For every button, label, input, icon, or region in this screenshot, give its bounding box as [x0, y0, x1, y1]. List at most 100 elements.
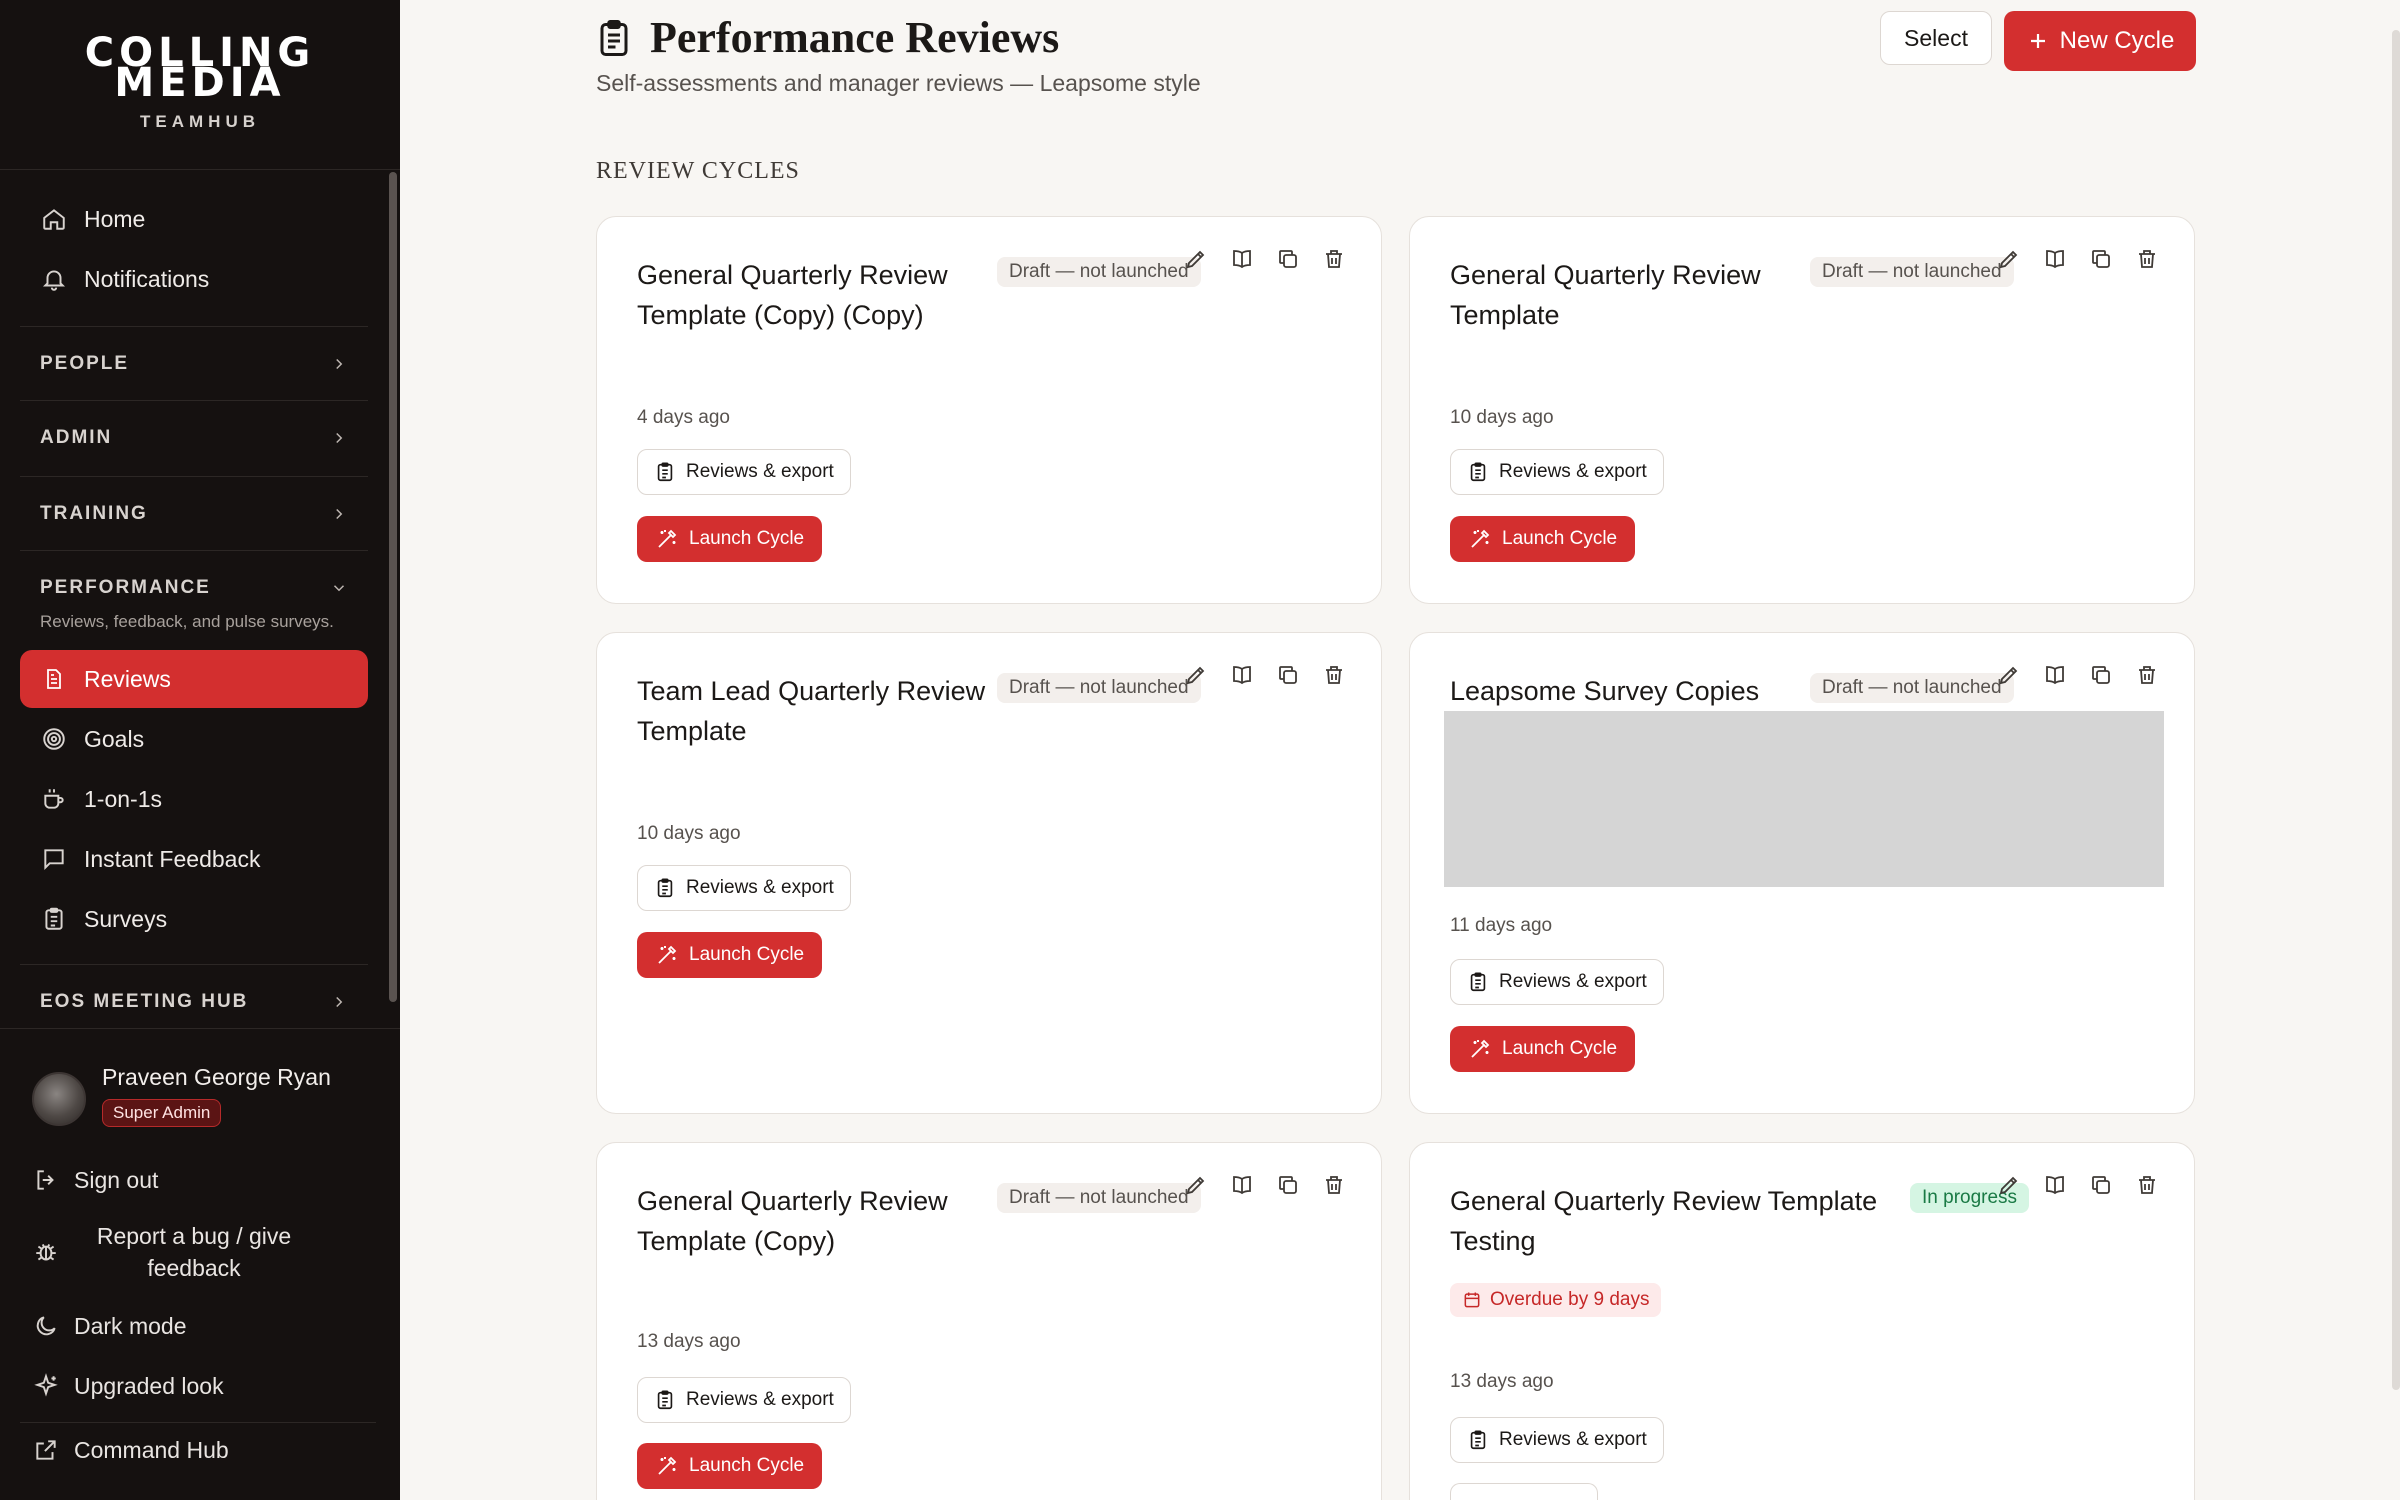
- launch-cycle-button[interactable]: Launch Cycle: [1450, 516, 1636, 562]
- reviews-export-button[interactable]: Reviews & export: [1450, 449, 1664, 495]
- sidebar-item-label: Home: [84, 205, 146, 232]
- trash-icon[interactable]: [1311, 1165, 1357, 1205]
- sidebar-section-admin[interactable]: ADMIN: [20, 400, 368, 474]
- status-badge: Draft — not launched: [1810, 257, 2014, 287]
- book-icon[interactable]: [2032, 655, 2078, 695]
- plus-icon: [2026, 29, 2050, 53]
- copy-icon[interactable]: [2078, 239, 2124, 279]
- book-icon[interactable]: [1219, 655, 1265, 695]
- sidebar-item-1-on-1s[interactable]: 1-on-1s: [20, 770, 368, 828]
- edit-icon[interactable]: [1173, 1165, 1219, 1205]
- sidebar-item-home[interactable]: Home: [20, 190, 368, 248]
- review-cycle-card[interactable]: General Quarterly Review Template Testin…: [1409, 1142, 2195, 1500]
- sidebar-item-notifications[interactable]: Notifications: [20, 250, 368, 308]
- card-actions: [1173, 655, 1357, 695]
- document-icon: [40, 665, 68, 693]
- section-label-review-cycles: REVIEW CYCLES: [596, 158, 800, 184]
- main-scrollbar[interactable]: [2392, 30, 2400, 1390]
- review-cycle-card[interactable]: General Quarterly Review Template (Copy)…: [596, 1142, 1382, 1500]
- report-bug-line2: feedback: [147, 1255, 241, 1281]
- launch-cycle-button[interactable]: Launch Cycle: [637, 932, 823, 978]
- new-cycle-button[interactable]: New Cycle: [2004, 11, 2196, 71]
- status-badge: Draft — not launched: [997, 1183, 1201, 1213]
- upgraded-look-toggle[interactable]: Upgraded look: [32, 1372, 224, 1400]
- card-title: General Quarterly Review Template Testin…: [1450, 1186, 1878, 1256]
- reviews-export-button[interactable]: Reviews & export: [637, 1377, 851, 1423]
- review-cycle-card[interactable]: General Quarterly Review Template Draft …: [1409, 216, 2195, 604]
- card-timestamp: 13 days ago: [1450, 1371, 1554, 1392]
- book-icon[interactable]: [2032, 239, 2078, 279]
- copy-icon[interactable]: [2078, 1165, 2124, 1205]
- external-link-icon: [32, 1436, 60, 1464]
- trash-icon[interactable]: [1311, 655, 1357, 695]
- sidebar-item-surveys[interactable]: Surveys: [20, 890, 368, 948]
- reviews-export-button[interactable]: Reviews & export: [637, 865, 851, 911]
- reviews-export-label: Reviews & export: [686, 1389, 834, 1410]
- secondary-action-button[interactable]: [1450, 1483, 1598, 1500]
- target-icon: [40, 725, 68, 753]
- chevron-down-icon: [330, 579, 348, 597]
- card-title: General Quarterly Review Template (Copy)…: [637, 260, 948, 330]
- copy-icon[interactable]: [1265, 1165, 1311, 1205]
- trash-icon[interactable]: [2124, 1165, 2170, 1205]
- sidebar-section-eos-meeting-hub[interactable]: EOS MEETING HUB: [20, 964, 368, 1038]
- reviews-export-label: Reviews & export: [686, 461, 834, 482]
- reviews-export-button[interactable]: Reviews & export: [1450, 959, 1664, 1005]
- review-cycle-card[interactable]: Leapsome Survey Copies Draft — not launc…: [1409, 632, 2195, 1114]
- edit-icon[interactable]: [1173, 655, 1219, 695]
- sidebar-section-training[interactable]: TRAINING: [20, 476, 368, 550]
- report-bug-button[interactable]: Report a bug / give feedback: [32, 1220, 314, 1284]
- sidebar-item-instant-feedback[interactable]: Instant Feedback: [20, 830, 368, 888]
- card-title: Leapsome Survey Copies: [1450, 676, 1760, 706]
- avatar: [32, 1072, 86, 1126]
- launch-cycle-button[interactable]: Launch Cycle: [637, 1443, 823, 1489]
- brand[interactable]: COLLING MEDIA TEAMHUB: [0, 0, 400, 170]
- sidebar-scrollbar[interactable]: [389, 172, 397, 1002]
- review-cycle-card[interactable]: Team Lead Quarterly Review Template Draf…: [596, 632, 1382, 1114]
- card-timestamp: 10 days ago: [637, 823, 741, 844]
- edit-icon[interactable]: [1986, 239, 2032, 279]
- clipboard-icon: [654, 461, 676, 483]
- launch-cycle-label: Launch Cycle: [689, 944, 805, 965]
- review-cycle-card[interactable]: General Quarterly Review Template (Copy)…: [596, 216, 1382, 604]
- section-label: PEOPLE: [40, 352, 130, 374]
- sidebar-item-label: 1-on-1s: [84, 785, 162, 812]
- launch-cycle-button[interactable]: Launch Cycle: [637, 516, 823, 562]
- section-label: PERFORMANCE: [40, 576, 211, 598]
- trash-icon[interactable]: [1311, 239, 1357, 279]
- clipboard-icon: [596, 18, 632, 58]
- sidebar-item-label: Instant Feedback: [84, 845, 261, 872]
- sidebar-item-goals[interactable]: Goals: [20, 710, 368, 768]
- launch-cycle-label: Launch Cycle: [689, 528, 805, 549]
- clipboard-icon: [654, 877, 676, 899]
- edit-icon[interactable]: [1986, 1165, 2032, 1205]
- copy-icon[interactable]: [2078, 655, 2124, 695]
- dark-mode-toggle[interactable]: Dark mode: [32, 1312, 186, 1340]
- clipboard-icon: [1467, 461, 1489, 483]
- edit-icon[interactable]: [1986, 655, 2032, 695]
- card-timestamp: 13 days ago: [637, 1331, 741, 1352]
- trash-icon[interactable]: [2124, 239, 2170, 279]
- sidebar-section-people[interactable]: PEOPLE: [20, 326, 368, 400]
- reviews-export-button[interactable]: Reviews & export: [1450, 1417, 1664, 1463]
- chevron-right-icon: [330, 429, 348, 447]
- copy-icon[interactable]: [1265, 655, 1311, 695]
- user-profile[interactable]: Praveen George Ryan Super Admin: [32, 1064, 331, 1127]
- cover-image-placeholder: [1444, 711, 2164, 887]
- select-button[interactable]: Select: [1880, 11, 1992, 65]
- book-icon[interactable]: [2032, 1165, 2078, 1205]
- book-icon[interactable]: [1219, 1165, 1265, 1205]
- magic-wand-icon: [655, 1454, 679, 1478]
- launch-cycle-button[interactable]: Launch Cycle: [1450, 1026, 1636, 1072]
- clipboard-icon: [1467, 1429, 1489, 1451]
- sign-out-button[interactable]: Sign out: [32, 1166, 158, 1194]
- copy-icon[interactable]: [1265, 239, 1311, 279]
- page-subtitle: Self-assessments and manager reviews — L…: [596, 70, 1201, 96]
- trash-icon[interactable]: [2124, 655, 2170, 695]
- sidebar-item-reviews[interactable]: Reviews: [20, 650, 368, 708]
- edit-icon[interactable]: [1173, 239, 1219, 279]
- reviews-export-button[interactable]: Reviews & export: [637, 449, 851, 495]
- reviews-export-label: Reviews & export: [686, 877, 834, 898]
- book-icon[interactable]: [1219, 239, 1265, 279]
- command-hub-link[interactable]: Command Hub: [32, 1436, 229, 1464]
